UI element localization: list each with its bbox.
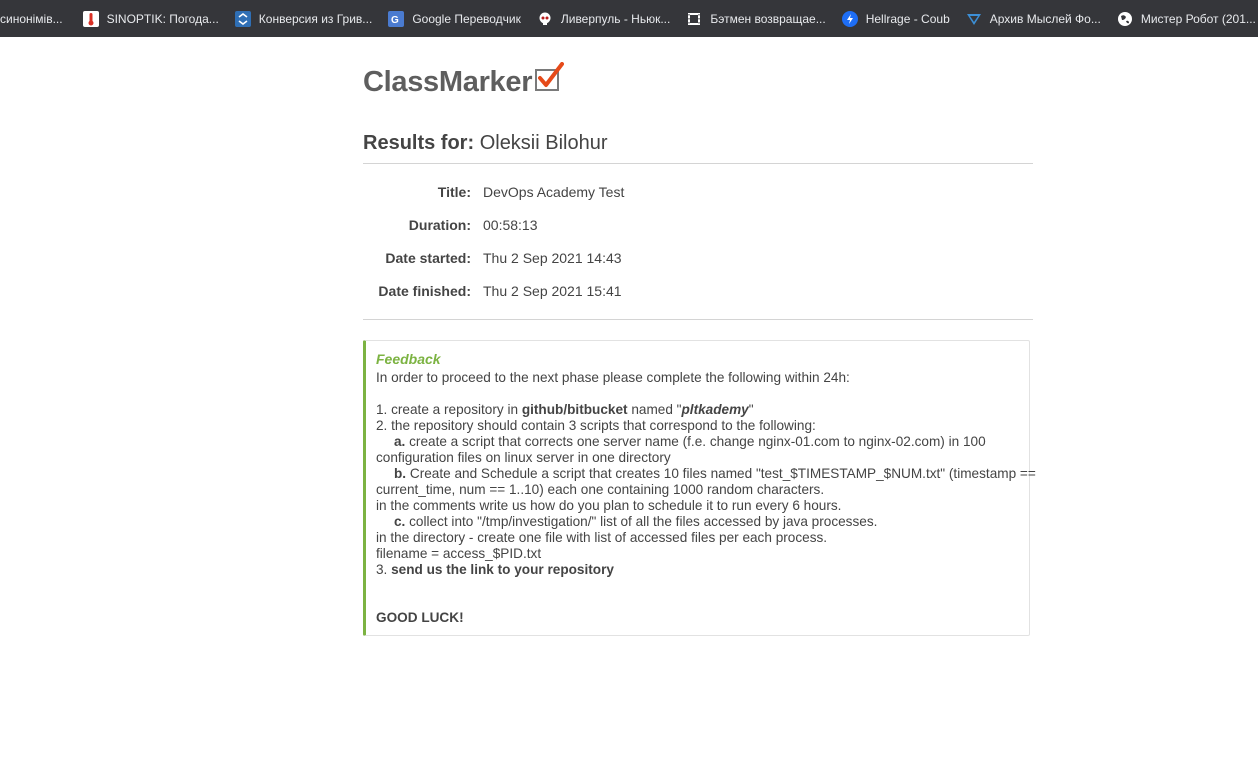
subitem-text: Create and Schedule a script that create… (406, 466, 1036, 481)
skull-icon (537, 11, 553, 27)
repo-name: pltkademy (681, 402, 749, 417)
bookmark-label: SINOPTIK: Погода... (106, 11, 219, 26)
subitem-label: a. (394, 434, 406, 449)
info-value: Thu 2 Sep 2021 14:43 (483, 250, 622, 266)
info-row-duration: Duration: 00:58:13 (363, 217, 1033, 235)
bookmark-mr-robot[interactable]: Мистер Робот (201... (1117, 5, 1256, 33)
bookmark-label: Конверсия из Грив... (258, 11, 373, 26)
feedback-subitem-c-cont: in the directory - create one file with … (376, 530, 828, 545)
feedback-subitem-c: c. collect into "/tmp/investigation/" li… (376, 514, 1017, 530)
bookmark-liverpool[interactable]: Ливерпуль - Ньюк... (537, 5, 671, 33)
info-row-date-started: Date started: Thu 2 Sep 2021 14:43 (363, 250, 1033, 268)
item-bold: send us the link to your repository (391, 562, 614, 577)
mind-icon (966, 11, 982, 27)
bookmark-label: Hellrage - Coub (865, 11, 950, 26)
info-value: DevOps Academy Test (483, 184, 625, 200)
student-name: Oleksii Bilohur (479, 132, 608, 154)
item-text: 1. create a repository in (376, 402, 522, 417)
info-value: Thu 2 Sep 2021 15:41 (483, 283, 622, 299)
divider (363, 319, 1033, 320)
classmarker-logo: ClassMarker (363, 62, 565, 99)
item-bold: github/bitbucket (521, 402, 628, 417)
checkmark-icon (534, 62, 565, 97)
subitem-text: create a script that corrects one server… (405, 434, 986, 449)
bookmark-label: Google Переводчик (412, 11, 521, 26)
info-key: Date finished: (378, 283, 471, 299)
feedback-subitem-c-filename: filename = access_$PID.txt (376, 546, 542, 561)
feedback-item-2: 2. the repository should contain 3 scrip… (376, 418, 816, 433)
info-row-title: Title: DevOps Academy Test (363, 184, 1033, 202)
bookmark-google-translate[interactable]: G Google Переводчик (388, 5, 521, 33)
coub-icon (841, 10, 858, 27)
logo-text: ClassMarker (363, 66, 533, 98)
svg-text:G: G (391, 15, 399, 26)
subitem-text: collect into "/tmp/investigation/" list … (405, 514, 878, 529)
bookmark-coub[interactable]: Hellrage - Coub (841, 5, 950, 33)
feedback-box: Feedback In order to proceed to the next… (363, 340, 1036, 636)
bookmark-label: Ливерпуль - Ньюк... (560, 11, 671, 26)
info-key: Date started: (385, 250, 471, 266)
bookmark-label: Архив Мыслей Фо... (989, 11, 1101, 26)
subitem-label: b. (394, 466, 407, 481)
bookmarks-bar: синонімів... SINOPTIK: Погода... Конверс… (0, 0, 1258, 37)
results-label: Results for: (363, 132, 475, 154)
page-title: Results for: Oleksii Bilohur (363, 132, 608, 155)
info-key: Duration: (408, 217, 471, 233)
info-key: Title: (437, 184, 471, 200)
item-text: 3. (376, 562, 392, 577)
bookmark-label: Бэтмен возвращае... (710, 11, 826, 26)
feedback-heading: Feedback (376, 351, 441, 367)
feedback-item-1: 1. create a repository in github/bitbuck… (376, 402, 1017, 418)
bookmark-conversion[interactable]: Конверсия из Грив... (234, 5, 373, 33)
info-row-date-finished: Date finished: Thu 2 Sep 2021 15:41 (363, 283, 1033, 301)
bookmark-label: Мистер Робот (201... (1140, 11, 1256, 26)
bookmark-batman[interactable]: Бэтмен возвращае... (686, 5, 826, 33)
item-text: named " (627, 402, 682, 417)
feedback-subitem-b-cont: current_time, num == 1..10) each one con… (376, 482, 825, 497)
film-icon (686, 11, 702, 27)
feedback-subitem-b-note: in the comments write us how do you plan… (376, 498, 842, 513)
bookmark-synonyms[interactable]: синонімів... (0, 5, 63, 33)
thermometer-icon (82, 10, 99, 27)
globe-icon (1117, 11, 1133, 27)
feedback-subitem-b: b. Create and Schedule a script that cre… (376, 466, 1036, 482)
bookmark-sinoptik[interactable]: SINOPTIK: Погода... (82, 5, 219, 33)
bookmark-label: синонімів... (0, 11, 63, 26)
feedback-intro: In order to proceed to the next phase pl… (376, 370, 850, 385)
feedback-subitem-a-cont: configuration files on linux server in o… (376, 450, 671, 465)
feedback-closing: GOOD LUCK! (376, 610, 464, 625)
feedback-subitem-a: a. create a script that corrects one ser… (376, 434, 1017, 450)
bookmark-archive[interactable]: Архив Мыслей Фо... (966, 5, 1101, 33)
currency-icon (234, 10, 251, 27)
item-text: " (748, 402, 754, 417)
feedback-item-3: 3. send us the link to your repository (376, 562, 1017, 578)
google-translate-icon: G (388, 10, 405, 27)
divider (363, 163, 1033, 164)
subitem-label: c. (394, 514, 406, 529)
info-value: 00:58:13 (483, 217, 538, 233)
